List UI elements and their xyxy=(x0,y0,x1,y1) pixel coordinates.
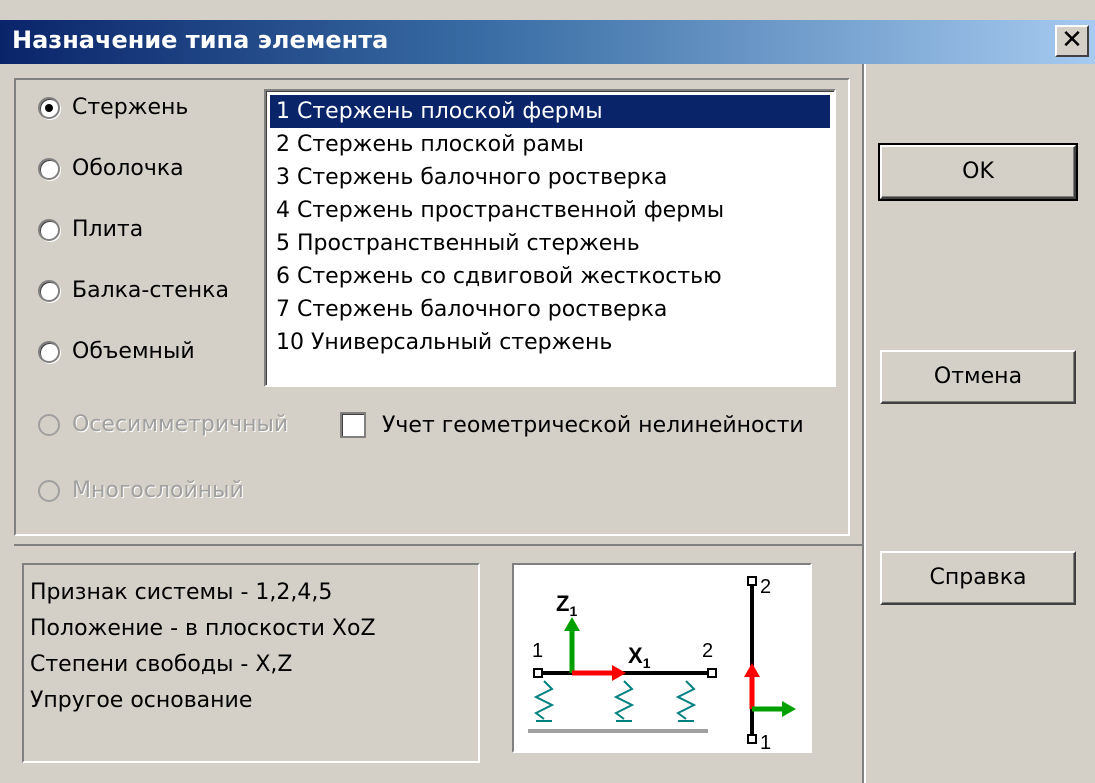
radio-mnogosloinyi: Многослойный xyxy=(38,478,244,503)
node-start-label: 1 xyxy=(532,640,543,662)
window-title: Назначение типа элемента xyxy=(12,26,389,54)
geometric-nonlinearity-checkbox[interactable]: Учет геометрической нелинейности xyxy=(340,412,804,438)
checkbox-box[interactable] xyxy=(340,412,366,438)
node-bottom-icon xyxy=(747,734,757,744)
radio-indicator xyxy=(38,279,60,302)
radio-label: Плита xyxy=(72,217,144,242)
radio-indicator xyxy=(38,96,60,119)
title-bar[interactable]: Назначение типа элемента ✕ xyxy=(0,20,1095,64)
radio-osesimmetrichnyi: Осесимметричный xyxy=(38,412,288,437)
radio-label: Оболочка xyxy=(72,156,184,181)
info-line: Признак системы - 1,2,4,5 xyxy=(30,580,333,605)
list-item[interactable]: 10 Универсальный стержень xyxy=(270,326,830,359)
list-item[interactable]: 4 Стержень пространственной фермы xyxy=(270,194,830,227)
help-button[interactable]: Справка xyxy=(880,551,1076,605)
element-diagram-svg: 1 2 Z1 X1 2 1 xyxy=(528,576,796,754)
spring-icon xyxy=(613,680,635,720)
checkbox-label: Учет геометрической нелинейности xyxy=(382,412,804,438)
node-top-icon xyxy=(747,576,757,586)
list-item[interactable]: 6 Стержень со сдвиговой жесткостью xyxy=(270,260,830,293)
radio-indicator xyxy=(38,413,60,436)
radio-label: Объемный xyxy=(72,339,195,364)
element-info-panel: Признак системы - 1,2,4,5 Положение - в … xyxy=(22,563,480,763)
radio-label: Осесимметричный xyxy=(72,412,289,437)
radio-obolochka[interactable]: Оболочка xyxy=(38,156,184,181)
vertical-z-arrowhead-icon xyxy=(782,701,796,717)
node-start-icon xyxy=(533,668,543,678)
element-type-list[interactable]: 1 Стержень плоской фермы 2 Стержень плос… xyxy=(264,89,836,387)
spring-icon xyxy=(533,680,555,720)
radio-label: Многослойный xyxy=(72,478,244,503)
radio-obemnyi[interactable]: Объемный xyxy=(38,339,195,364)
radio-label: Стержень xyxy=(72,95,189,120)
radio-plita[interactable]: Плита xyxy=(38,217,143,242)
spring-icon xyxy=(675,680,697,720)
radio-indicator xyxy=(38,157,60,180)
radio-sterzhen[interactable]: Стержень xyxy=(38,95,188,120)
info-line: Степени свободы - X,Z xyxy=(30,652,293,677)
list-item[interactable]: 3 Стержень балочного ростверка xyxy=(270,161,830,194)
list-item[interactable]: 1 Стержень плоской фермы xyxy=(270,95,830,128)
radio-indicator xyxy=(38,340,60,363)
list-item[interactable]: 2 Стержень плоской рамы xyxy=(270,128,830,161)
close-icon: ✕ xyxy=(1061,25,1083,55)
close-button[interactable]: ✕ xyxy=(1055,25,1089,57)
node-end-label: 2 xyxy=(702,640,713,662)
x-axis-label: X1 xyxy=(628,643,651,671)
cancel-button[interactable]: Отмена xyxy=(880,350,1076,404)
element-diagram: 1 2 Z1 X1 2 1 xyxy=(512,563,812,754)
ok-button[interactable]: OK xyxy=(878,143,1078,201)
radio-label: Балка-стенка xyxy=(72,278,229,303)
elastic-foundation-springs xyxy=(533,680,697,722)
list-item[interactable]: 5 Пространственный стержень xyxy=(270,227,830,260)
vertical-node-top-label: 2 xyxy=(760,576,771,598)
list-item[interactable]: 7 Стержень балочного ростверка xyxy=(270,293,830,326)
info-line: Упругое основание xyxy=(30,688,253,713)
z-axis-label: Z1 xyxy=(556,591,577,619)
info-line: Положение - в плоскости XoZ xyxy=(30,616,376,641)
x-axis-arrowhead-icon xyxy=(612,665,626,681)
separator xyxy=(14,544,862,546)
radio-indicator xyxy=(38,479,60,502)
z-axis-arrowhead-icon xyxy=(564,617,580,631)
radio-indicator xyxy=(38,218,60,241)
vertical-node-bottom-label: 1 xyxy=(760,732,771,751)
radio-balka-stenka[interactable]: Балка-стенка xyxy=(38,278,229,303)
dialog-window: Назначение типа элемента ✕ Стержень Обол… xyxy=(0,0,1095,783)
node-end-icon xyxy=(707,668,717,678)
vertical-x-arrowhead-icon xyxy=(744,663,760,677)
right-separator xyxy=(862,64,866,783)
